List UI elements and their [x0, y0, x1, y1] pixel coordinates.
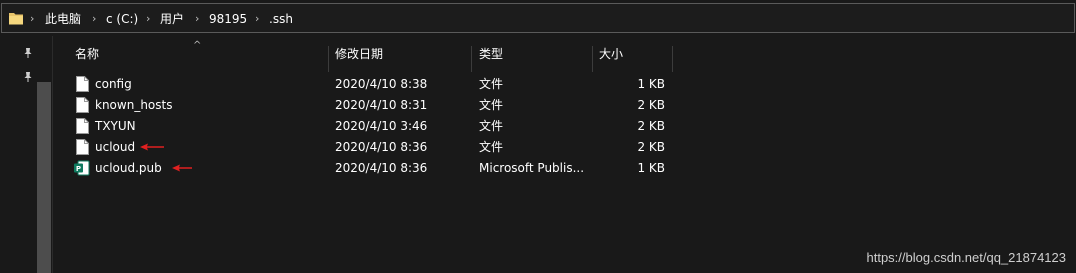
file-name: ucloud [95, 140, 136, 154]
chevron-right-icon[interactable]: › [195, 10, 199, 28]
red-arrow-icon [140, 143, 164, 151]
address-box[interactable]: › 此电脑 › c (C:) › 用户 › 98195 › .ssh [1, 3, 1075, 33]
file-name: config [95, 77, 132, 91]
column-divider[interactable] [471, 46, 472, 72]
blank-file-icon [76, 97, 89, 113]
file-name: TXYUN [95, 119, 136, 133]
chevron-right-icon[interactable]: › [92, 10, 96, 28]
column-divider[interactable] [592, 46, 593, 72]
file-size: 2 KB [637, 98, 665, 112]
column-divider[interactable] [672, 46, 673, 72]
publisher-file-icon: P [74, 160, 90, 176]
file-name: ucloud.pub [95, 161, 162, 175]
file-size: 2 KB [637, 119, 665, 133]
breadcrumb-users[interactable]: 用户 [160, 10, 184, 28]
column-header-row: ^ 名称 修改日期 类型 大小 [53, 40, 683, 72]
chevron-right-icon[interactable]: › [146, 10, 150, 28]
file-size: 1 KB [637, 161, 665, 175]
column-header-size[interactable]: 大小 [595, 42, 623, 66]
file-type: 文件 [479, 119, 504, 133]
file-date: 2020/4/10 3:46 [335, 119, 428, 133]
file-size: 1 KB [637, 77, 665, 91]
file-type: 文件 [479, 98, 504, 112]
file-row[interactable]: config 2020/4/10 8:38 文件 1 KB [71, 74, 691, 95]
svg-text:P: P [76, 165, 81, 173]
column-header-name[interactable]: 名称 [71, 42, 99, 66]
column-header-type[interactable]: 类型 [475, 42, 503, 66]
file-type: 文件 [479, 77, 504, 91]
column-divider[interactable] [328, 46, 329, 72]
navigation-scrollbar-thumb[interactable] [37, 82, 51, 273]
file-date: 2020/4/10 8:38 [335, 77, 428, 91]
column-header-date[interactable]: 修改日期 [331, 42, 383, 66]
pin-icon[interactable] [22, 47, 34, 59]
sort-ascending-icon: ^ [193, 40, 202, 51]
file-list: ^ 名称 修改日期 类型 大小 config 2020/4/10 8:38 文件… [53, 36, 1076, 273]
file-name: known_hosts [95, 98, 173, 112]
chevron-right-icon[interactable]: › [30, 10, 34, 28]
file-row[interactable]: TXYUN 2020/4/10 3:46 文件 2 KB [71, 116, 691, 137]
file-size: 2 KB [637, 140, 665, 154]
file-row[interactable]: known_hosts 2020/4/10 8:31 文件 2 KB [71, 95, 691, 116]
breadcrumb-this-pc[interactable]: 此电脑 [45, 10, 81, 28]
watermark-text: https://blog.csdn.net/qq_21874123 [866, 250, 1067, 265]
file-type: 文件 [479, 140, 504, 154]
blank-file-icon [76, 139, 89, 155]
chevron-right-icon[interactable]: › [255, 10, 259, 28]
folder-icon [9, 13, 23, 25]
file-date: 2020/4/10 8:36 [335, 140, 428, 154]
breadcrumb-drive-c[interactable]: c (C:) [106, 10, 138, 28]
file-date: 2020/4/10 8:31 [335, 98, 428, 112]
file-row[interactable]: ucloud 2020/4/10 8:36 文件 2 KB [71, 137, 691, 158]
blank-file-icon [76, 118, 89, 134]
file-type: Microsoft Publis... [479, 161, 585, 175]
file-row[interactable]: P ucloud.pub 2020/4/10 8:36 Microsoft Pu… [71, 158, 691, 179]
breadcrumb-user-folder[interactable]: 98195 [209, 10, 247, 28]
breadcrumb-ssh[interactable]: .ssh [269, 10, 293, 28]
file-date: 2020/4/10 8:36 [335, 161, 428, 175]
blank-file-icon [76, 76, 89, 92]
address-bar: › 此电脑 › c (C:) › 用户 › 98195 › .ssh [0, 0, 1076, 36]
red-arrow-icon [172, 164, 192, 172]
pin-icon[interactable] [22, 71, 34, 83]
